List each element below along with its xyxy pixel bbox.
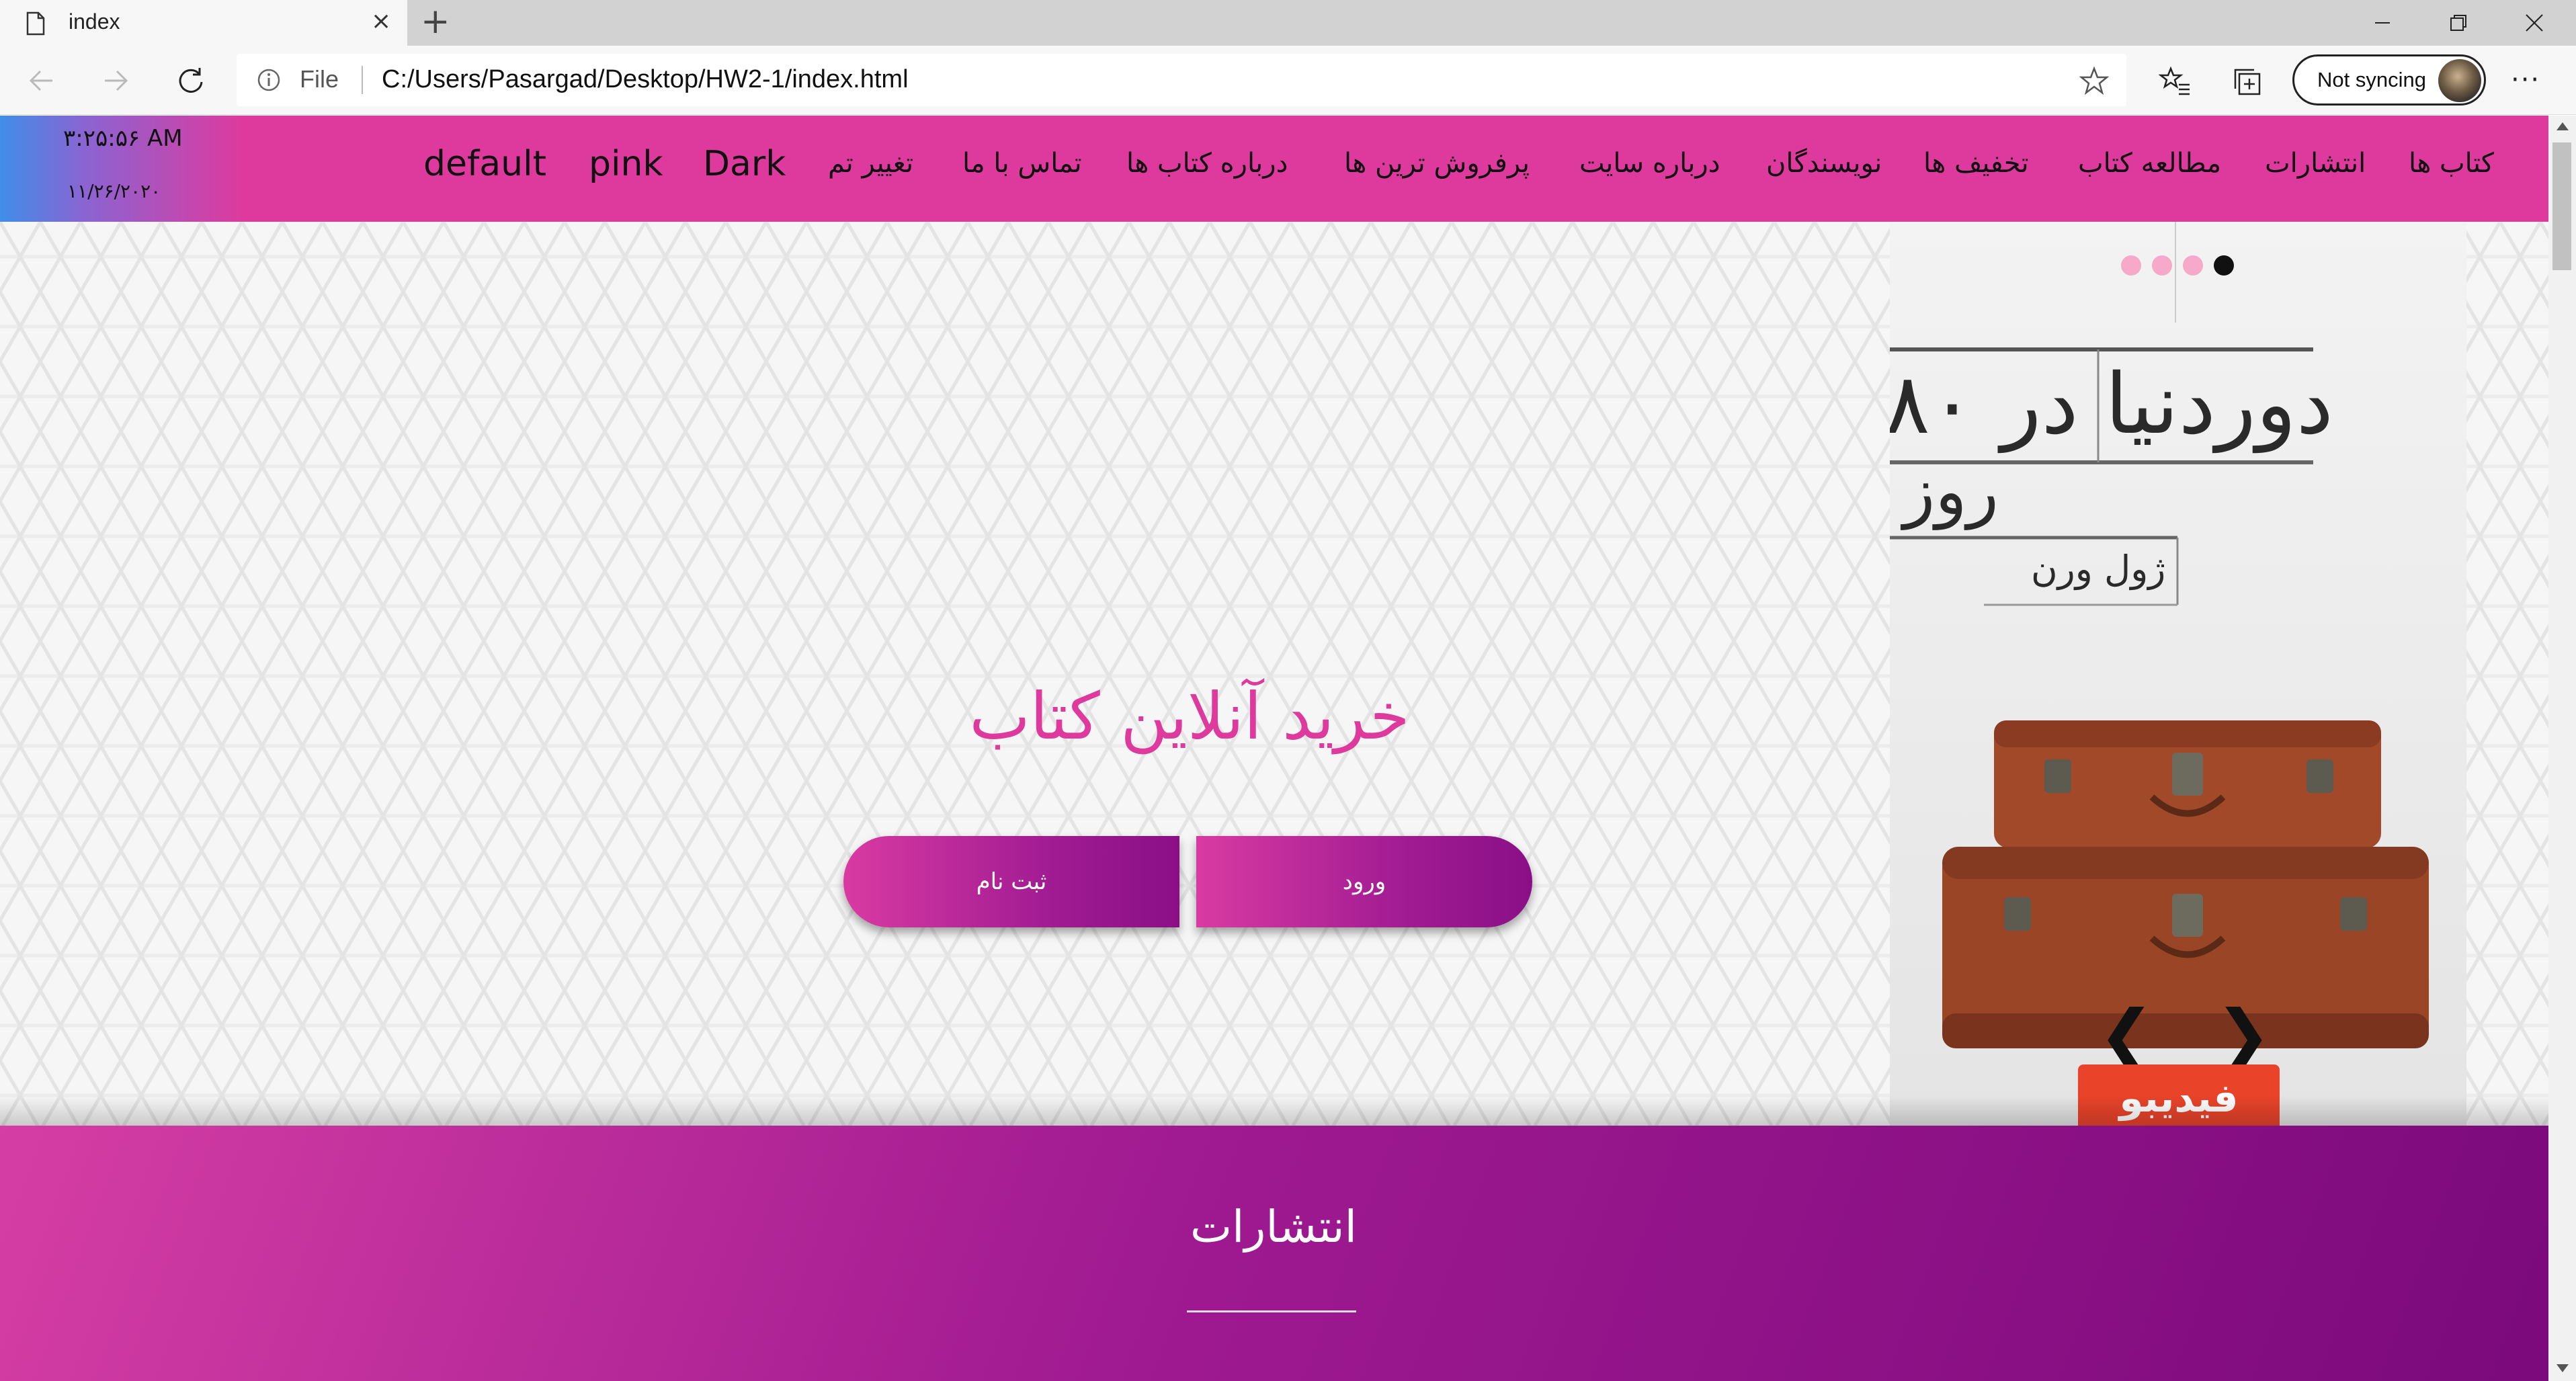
browser-titlebar: index × + — [0, 0, 2576, 46]
file-label: File — [300, 65, 339, 93]
clock-time: ۳:۲۵:۵۶ AM — [63, 125, 183, 152]
site-navbar: ۳:۲۵:۵۶ AM ۱۱/۲۶/۲۰۲۰ default pink Dark … — [0, 116, 2548, 222]
publications-title: انتشارات — [1190, 1201, 1357, 1253]
close-icon — [2526, 14, 2543, 32]
slider-prev-button[interactable]: ❮ — [2098, 1001, 2155, 1069]
restore-button[interactable] — [2421, 0, 2495, 46]
more-menu-icon[interactable]: ··· — [2511, 65, 2540, 95]
theme-default-link[interactable]: default — [423, 144, 546, 184]
vertical-scrollbar[interactable] — [2548, 116, 2576, 1381]
address-separator — [362, 66, 363, 94]
hero-title: خرید آنلاین کتاب — [969, 679, 1410, 754]
cover-author: ژول ورن — [2031, 548, 2166, 590]
tab-title: index — [69, 9, 120, 34]
close-window-button[interactable] — [2497, 0, 2571, 46]
favorite-star-icon[interactable] — [2079, 66, 2109, 95]
cover-subtitle: روز — [1903, 454, 1999, 530]
nav-contact[interactable]: تماس با ما — [962, 148, 1082, 179]
page-viewport: ۳:۲۵:۵۶ AM ۱۱/۲۶/۲۰۲۰ default pink Dark … — [0, 116, 2548, 1381]
slider-next-button[interactable]: ❯ — [2215, 1001, 2272, 1069]
browser-toolbar: File C:/Users/Pasargad/Desktop/HW2-1/ind… — [0, 46, 2576, 115]
arrow-right-icon — [105, 70, 128, 91]
slider-dot[interactable] — [2183, 255, 2203, 276]
minimize-button[interactable] — [2345, 0, 2419, 46]
slider-dots — [2121, 255, 2234, 276]
favorites-icon[interactable] — [2159, 65, 2192, 98]
nav-authors[interactable]: نویسندگان — [1766, 148, 1882, 179]
nav-books[interactable]: کتاب ها — [2409, 148, 2494, 179]
publications-underline — [1187, 1310, 1356, 1312]
sync-status-label: Not syncing — [2317, 68, 2426, 91]
refresh-button[interactable] — [171, 60, 211, 101]
new-tab-button[interactable]: + — [421, 4, 450, 39]
forward-button[interactable] — [95, 60, 136, 101]
restore-icon — [2450, 15, 2466, 31]
scroll-down-arrow-icon[interactable] — [2557, 1364, 2569, 1372]
hero-section: خرید آنلاین کتاب ثبت نام ورود دوردنیا در… — [0, 222, 2548, 1126]
url-text[interactable]: C:/Users/Pasargad/Desktop/HW2-1/index.ht… — [382, 65, 909, 94]
minimize-icon — [2375, 22, 2390, 24]
collections-icon[interactable] — [2231, 65, 2265, 98]
nav-change-theme[interactable]: تغییر تم — [828, 148, 913, 179]
theme-dark-link[interactable]: Dark — [703, 144, 786, 184]
book-slider: دوردنیا در ۸۰ روز ژول ورن ❮ ❯ فیدیبو — [1890, 222, 2466, 1126]
hero-bottom-shadow — [0, 1095, 2548, 1126]
back-button[interactable] — [22, 60, 62, 101]
login-button[interactable]: ورود — [1196, 836, 1532, 927]
publications-section: انتشارات — [0, 1126, 2548, 1381]
clock-date: ۱۱/۲۶/۲۰۲۰ — [67, 180, 161, 202]
slide-book-cover: دوردنیا در ۸۰ روز ژول ورن — [1890, 222, 2466, 1126]
slider-dot-active[interactable] — [2214, 255, 2234, 276]
profile-avatar — [2438, 59, 2481, 102]
theme-pink-link[interactable]: pink — [589, 144, 663, 184]
arrow-left-icon — [29, 70, 52, 91]
profile-sync-button[interactable]: Not syncing — [2292, 54, 2486, 106]
nav-discounts[interactable]: تخفیف ها — [1923, 148, 2029, 179]
register-button[interactable]: ثبت نام — [843, 836, 1179, 927]
nav-read-book[interactable]: مطالعه کتاب — [2078, 148, 2221, 179]
scroll-thumb[interactable] — [2552, 142, 2571, 270]
clock-panel: ۳:۲۵:۵۶ AM ۱۱/۲۶/۲۰۲۰ — [0, 116, 242, 222]
tab-close-button[interactable]: × — [371, 9, 391, 34]
browser-tab[interactable]: index × — [0, 0, 407, 46]
slider-dot[interactable] — [2121, 255, 2141, 276]
slider-dot[interactable] — [2152, 255, 2172, 276]
nav-about-books[interactable]: درباره کتاب ها — [1126, 148, 1288, 179]
nav-publications[interactable]: انتشارات — [2265, 148, 2366, 179]
nav-bestsellers[interactable]: پرفروش ترین ها — [1344, 148, 1530, 179]
page-icon — [26, 11, 45, 36]
cover-title: دوردنیا در ۸۰ — [1890, 356, 2333, 453]
refresh-icon — [179, 68, 203, 93]
info-icon[interactable] — [257, 68, 281, 92]
nav-about-site[interactable]: درباره سایت — [1579, 148, 1720, 179]
scroll-up-arrow-icon[interactable] — [2557, 122, 2569, 130]
address-bar[interactable]: File C:/Users/Pasargad/Desktop/HW2-1/ind… — [237, 54, 2126, 106]
